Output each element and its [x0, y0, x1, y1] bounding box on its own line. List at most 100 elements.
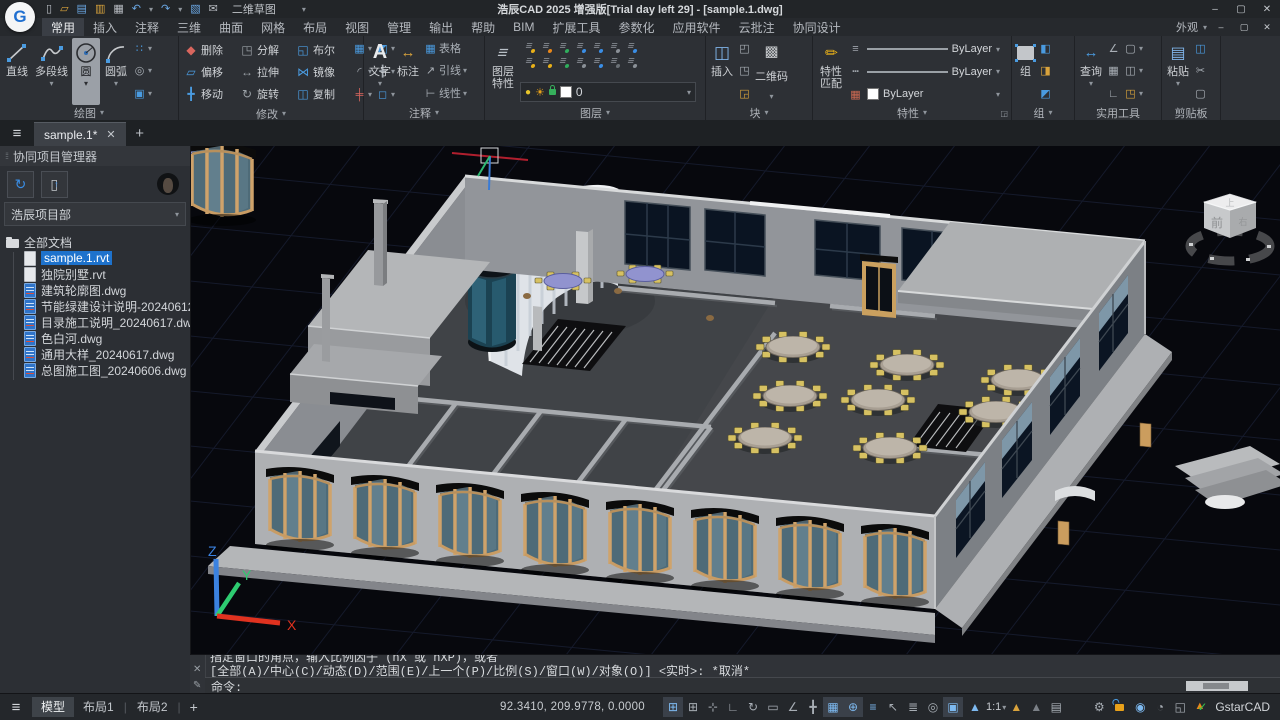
layer-tool-icon[interactable]: ≡	[620, 40, 641, 55]
ribbon-tab-输出[interactable]: 输出	[420, 18, 462, 36]
file-tree-item[interactable]: sample.1.rvt	[6, 250, 190, 266]
undo-icon[interactable]: ↶	[132, 0, 141, 18]
modify-button-复制[interactable]: ◫复制	[294, 83, 350, 105]
panel-label-draw[interactable]: 绘图▾	[0, 105, 178, 120]
dynamic-input-icon[interactable]: ▭	[763, 697, 783, 717]
selection-cycling-icon[interactable]: ↖	[883, 697, 903, 717]
corner-button[interactable]: ∟	[1107, 88, 1120, 100]
file-tree-item[interactable]: 节能绿建设计说明-20240612.dwg	[6, 298, 190, 314]
minimize-button[interactable]: –	[1202, 0, 1228, 18]
annotation-auto-icon[interactable]: ▲	[1026, 697, 1046, 717]
ribbon-tab-云批注[interactable]: 云批注	[730, 18, 784, 36]
cut-icon[interactable]: ✂	[1194, 65, 1207, 77]
doc-restore-button[interactable]: ▢	[1235, 19, 1253, 35]
gstarcad-update-icon[interactable]: ▲✓	[1191, 697, 1209, 717]
modify-button-布尔[interactable]: ◱布尔	[294, 39, 350, 61]
new-layout-button[interactable]: +	[182, 699, 206, 715]
match-properties-button[interactable]: ✎ 特性匹配	[816, 38, 846, 105]
table-button[interactable]: ▦表格	[424, 43, 467, 55]
menu-icon[interactable]: ≡	[0, 120, 34, 146]
group-select-button[interactable]: ◩	[1039, 88, 1052, 100]
doc-close-button[interactable]: ✕	[1258, 19, 1276, 35]
modify-button-移动[interactable]: ╋移动	[182, 83, 238, 105]
layer-properties-button[interactable]: ≡ 图层特性	[488, 38, 518, 105]
settings-gear-icon[interactable]: ⚙	[1090, 697, 1108, 717]
ribbon-tab-管理[interactable]: 管理	[378, 18, 420, 36]
panel-label-group[interactable]: 组▾	[1012, 105, 1074, 120]
user-avatar[interactable]	[157, 173, 179, 195]
viewcube[interactable]: 上 前 右	[1189, 194, 1271, 261]
panel-label-layers[interactable]: 图层▾	[485, 105, 705, 120]
command-window[interactable]: ✕ ✎ 指定窗口的角点，输入比例因子 (nX 或 nXP)，或者 [全部(A)/…	[190, 654, 1280, 695]
annotation-scale-value[interactable]: 1:1	[985, 701, 1002, 713]
modify-button-拉伸[interactable]: ↔拉伸	[238, 61, 294, 83]
ribbon-tab-视图[interactable]: 视图	[336, 18, 378, 36]
grip-icon[interactable]: ⁞⁞	[5, 151, 8, 161]
ribbon-tab-常用[interactable]: 常用	[42, 18, 84, 36]
quick-select-button[interactable]: ◳▾	[1124, 88, 1143, 100]
tree-root-folder[interactable]: 全部文档	[6, 234, 190, 250]
list-button[interactable]: ◫▾	[1124, 65, 1143, 77]
command-scrollbar[interactable]	[1186, 681, 1248, 691]
restore-button[interactable]: ▢	[1228, 0, 1254, 18]
copy-base-button[interactable]: ▢	[1194, 88, 1207, 100]
file-tree-item[interactable]: 总图施工图_20240606.dwg	[6, 362, 190, 378]
angle-measure-button[interactable]: ∠	[1107, 43, 1120, 55]
model-canvas[interactable]: 上 前 右 Z Y X	[190, 146, 1280, 654]
linetype-combo[interactable]: ┅ByLayer▾	[848, 62, 1000, 82]
quick-properties-icon[interactable]: ▤	[1046, 697, 1066, 717]
create-block-button[interactable]: ◰	[738, 43, 751, 55]
workspace-combo[interactable]: 二维草图 ▾	[224, 1, 314, 17]
layer-tool-icon[interactable]: ≡	[620, 55, 641, 70]
panel-label-clipboard[interactable]: 剪贴板	[1162, 105, 1220, 120]
center-snap-icon[interactable]: ⊕	[843, 697, 863, 717]
polar-tracking-icon[interactable]: ↻	[743, 697, 763, 717]
tab-model[interactable]: 模型	[32, 697, 74, 717]
snap-mode-icon[interactable]: ⊹	[703, 697, 723, 717]
modify-button-删除[interactable]: ◆删除	[182, 39, 238, 61]
donut-button[interactable]: ◎▾	[133, 65, 152, 77]
annotation-visibility-icon[interactable]: ▲	[1006, 697, 1026, 717]
ortho-mode-icon[interactable]: ∟	[723, 697, 743, 717]
grid-display-icon[interactable]: ⊞	[683, 697, 703, 717]
close-button[interactable]: ✕	[1254, 0, 1280, 18]
doc-minimize-button[interactable]: –	[1212, 19, 1230, 35]
line-button[interactable]: 直线	[3, 38, 31, 105]
lineweight-icon[interactable]: ≡	[863, 697, 883, 717]
ribbon-tab-插入[interactable]: 插入	[84, 18, 126, 36]
ribbon-tab-布局[interactable]: 布局	[294, 18, 336, 36]
arc-button[interactable]: 圆弧▾	[102, 38, 130, 105]
modify-button-旋转[interactable]: ↻旋转	[238, 83, 294, 105]
polyline-button[interactable]: 多段线▾	[33, 38, 70, 105]
workspace-switch-icon[interactable]: ▧	[190, 0, 200, 18]
ribbon-tab-网格[interactable]: 网格	[252, 18, 294, 36]
ribbon-tab-BIM[interactable]: BIM	[504, 18, 543, 36]
ungroup-button[interactable]: ◧	[1039, 43, 1052, 55]
ribbon-tab-扩展工具[interactable]: 扩展工具	[544, 18, 610, 36]
ribbon-tab-应用软件[interactable]: 应用软件	[664, 18, 730, 36]
file-tree-item[interactable]: 独院别墅.rvt	[6, 266, 190, 282]
drawing-viewport[interactable]: 上 前 右 Z Y X	[190, 146, 1280, 654]
performance-gauge-icon[interactable]: ◔	[1151, 697, 1169, 717]
new-document-tab-button[interactable]: +	[126, 122, 154, 146]
file-tree-item[interactable]: 通用大样_20240617.dwg	[6, 346, 190, 362]
point-style-button[interactable]: ∷▾	[133, 43, 152, 55]
insert-block-button[interactable]: ◫ 插入	[709, 38, 735, 105]
paste-button[interactable]: ▤ 粘贴▾	[1165, 38, 1191, 105]
layer-stack-icon[interactable]: ≣	[903, 697, 923, 717]
sync-refresh-button[interactable]: ↻	[7, 171, 34, 198]
save-as-icon[interactable]: ▥	[95, 0, 105, 18]
object-snap-icon[interactable]: ╋	[803, 697, 823, 717]
panel-label-modify[interactable]: 修改▾	[179, 106, 363, 121]
appearance-menu[interactable]: 外观	[1176, 19, 1198, 35]
zoom-preview-icon[interactable]: ◎	[923, 697, 943, 717]
ribbon-tab-协同设计[interactable]: 协同设计	[784, 18, 850, 36]
region-button[interactable]: ▣▾	[133, 88, 152, 100]
lock-ui-icon[interactable]	[1115, 704, 1124, 711]
dialog-launcher-icon[interactable]: ◲	[1000, 109, 1008, 118]
grid-snap-icon[interactable]: ⊞	[663, 697, 683, 717]
copy-clip-button[interactable]: ◫	[1194, 43, 1207, 55]
annotation-monitor-icon[interactable]: ▣	[943, 697, 963, 717]
id-point-button[interactable]: ▢▾	[1124, 43, 1143, 55]
modify-button-镜像[interactable]: ⋈镜像	[294, 61, 350, 83]
